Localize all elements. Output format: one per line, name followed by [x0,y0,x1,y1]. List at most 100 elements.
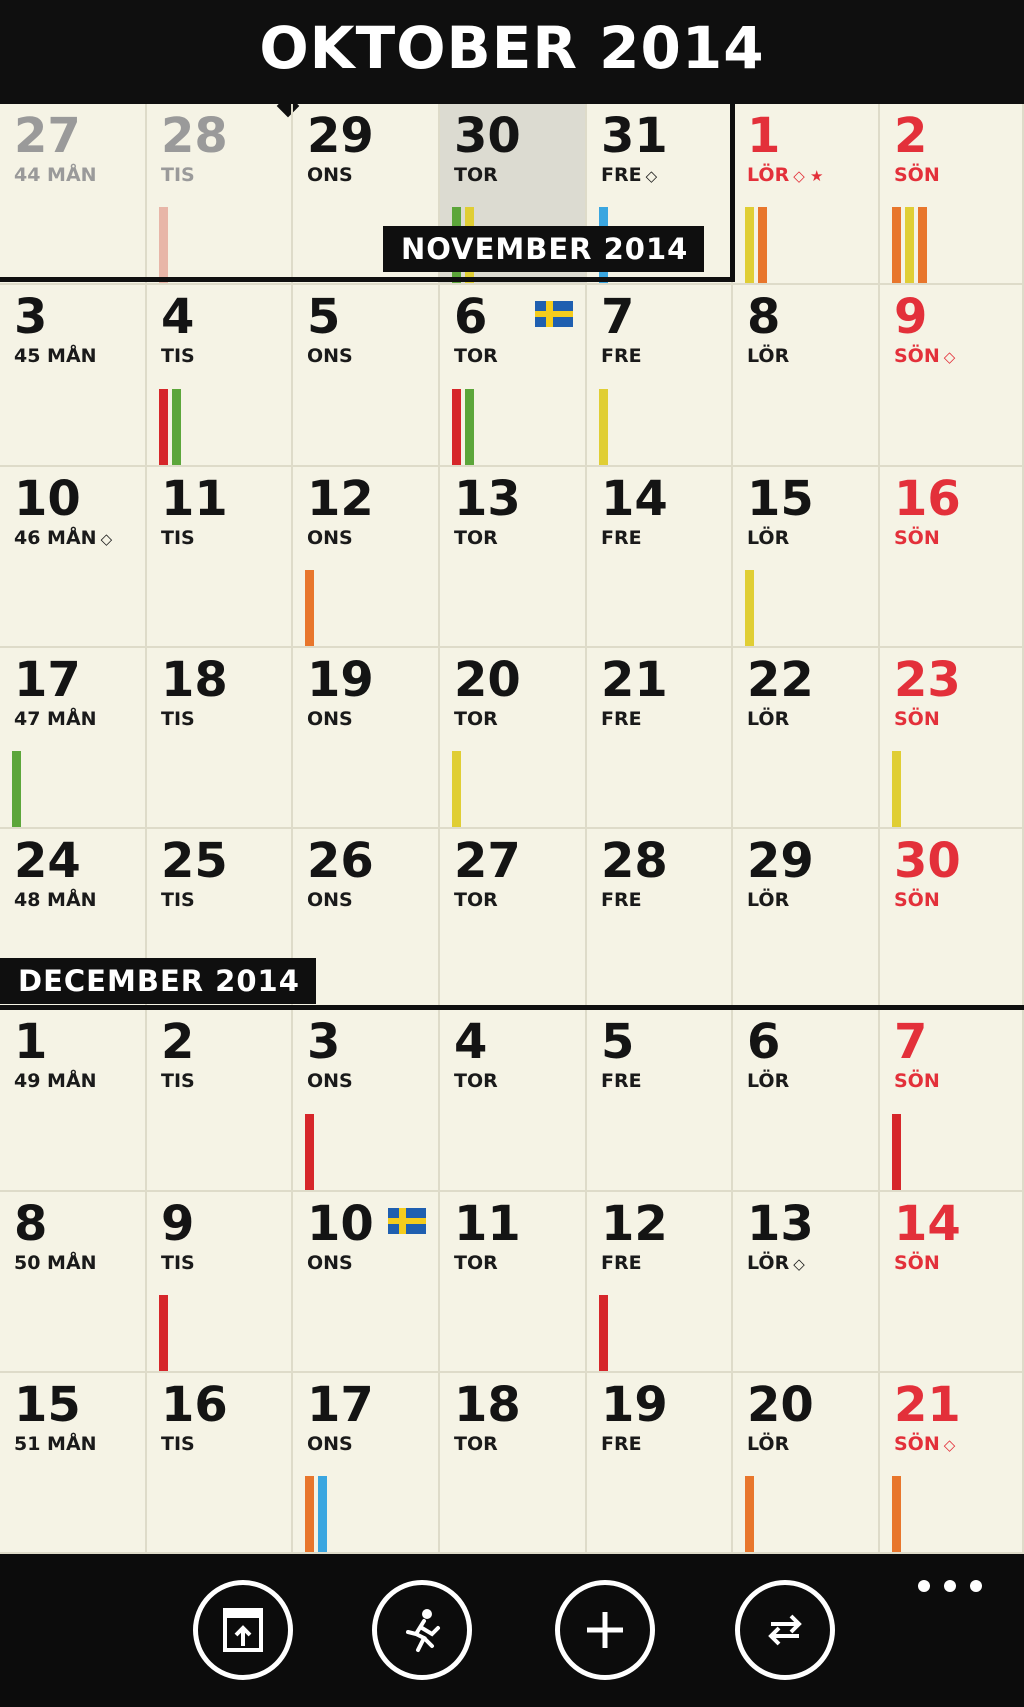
day-cell[interactable]: 20 LÖR [733,1372,880,1554]
day-cell[interactable]: 18 TOR [440,1372,587,1554]
day-cell[interactable]: 28 FRE [587,829,733,1011]
day-cell[interactable]: 19 FRE [587,1372,733,1554]
day-label: SÖN [894,526,940,549]
ellipsis-icon[interactable] [918,1576,982,1596]
day-label: TOR [454,526,498,549]
month-label-december: DECEMBER 2014 [0,958,316,1005]
calendar-grid: 27 44 MÅN 28 TIS 29 ONS 30 TOR 31 FRE ◇ 1 LÖR ◇ ★ 2 SÖN… [0,104,1024,1554]
day-cell[interactable]: 12 FRE [587,1191,733,1373]
day-cell[interactable]: 15 LÖR [733,466,880,648]
day-cell[interactable]: 19 ONS [293,647,440,829]
day-cell[interactable]: 27 TOR [440,829,587,1011]
day-cell[interactable]: 8 50 MÅN [0,1191,147,1373]
day-cell[interactable]: 12 ONS [293,466,440,648]
day-number: 30 [454,108,521,164]
day-cell[interactable]: 7 SÖN [880,1010,1024,1192]
day-cell[interactable]: 6 TOR [440,285,587,467]
day-number: 29 [747,833,814,889]
day-label: LÖR [747,707,790,730]
day-cell[interactable]: 21 SÖN ◇ [880,1372,1024,1554]
day-label: TIS [161,164,195,186]
day-cell[interactable]: 5 FRE [587,1010,733,1192]
day-number: 11 [161,470,228,527]
event-bar [892,1476,901,1552]
day-cell[interactable]: 2 TIS [147,1010,293,1192]
day-cell[interactable]: 10 ONS [293,1191,440,1373]
day-cell[interactable]: 18 TIS [147,647,293,829]
event-bar [159,388,168,465]
day-cell[interactable]: 28 TIS [147,104,293,286]
swedish-flag-icon [535,301,573,328]
day-cell[interactable]: 4 TOR [440,1010,587,1192]
day-cell[interactable]: 1 LÖR ◇ ★ [733,104,880,286]
day-cell[interactable]: 17 47 MÅN [0,647,147,829]
day-cell[interactable]: 16 TIS [147,1372,293,1554]
day-cell[interactable]: 13 TOR [440,466,587,648]
day-cell[interactable]: 5 ONS [293,285,440,467]
day-cell[interactable]: 1 49 MÅN [0,1010,147,1192]
day-number: 18 [454,1376,521,1433]
day-cell[interactable]: 15 51 MÅN [0,1372,147,1554]
day-number: 23 [894,651,961,708]
event-bar [745,207,754,284]
month-title: OKTOBER 2014 [259,14,765,82]
day-cell[interactable]: 23 SÖN [880,647,1024,829]
day-number: 1 [14,1014,48,1071]
day-cell[interactable]: 16 SÖN [880,466,1024,648]
day-cell[interactable]: 11 TOR [440,1191,587,1373]
day-label: TOR [454,1251,498,1274]
day-cell[interactable]: 7 FRE [587,285,733,467]
day-label: FRE [601,345,642,368]
day-cell[interactable]: 14 FRE [587,466,733,648]
activity-button[interactable] [372,1580,472,1680]
day-label: LÖR [747,526,790,549]
day-cell[interactable]: 4 TIS [147,285,293,467]
day-label: TIS [161,1070,195,1093]
month-divider [730,104,735,282]
day-cell[interactable]: 14 SÖN [880,1191,1024,1373]
day-cell[interactable]: 3 ONS [293,1010,440,1192]
switch-view-button[interactable] [735,1580,835,1680]
plus-icon [587,1612,623,1648]
event-bar [159,1294,168,1371]
day-number: 2 [894,108,928,164]
day-cell[interactable]: 22 LÖR [733,647,880,829]
day-cell[interactable]: 27 44 MÅN [0,104,147,286]
running-man-icon [406,1609,440,1652]
day-label: 44 MÅN [14,164,97,186]
day-cell[interactable]: 20 TOR [440,647,587,829]
day-label: FRE [601,1432,642,1455]
day-label: LÖR ◇ [747,1251,805,1274]
event-bar [305,1113,314,1190]
day-cell[interactable]: 11 TIS [147,466,293,648]
day-cell[interactable]: 17 ONS [293,1372,440,1554]
day-label: TIS [161,526,195,549]
day-cell[interactable]: 30 SÖN [880,829,1024,1011]
day-cell[interactable]: 29 LÖR [733,829,880,1011]
day-label: SÖN ◇ [894,1432,956,1455]
day-cell[interactable]: 8 LÖR [733,285,880,467]
day-number: 8 [14,1195,48,1252]
day-cell[interactable]: 10 46 MÅN ◇ [0,466,147,648]
day-number: 15 [14,1376,81,1433]
day-cell[interactable]: 6 LÖR [733,1010,880,1192]
event-bar [892,1113,901,1190]
day-label: 51 MÅN [14,1432,97,1455]
event-bar [452,751,461,827]
day-label: SÖN [894,1251,940,1274]
go-to-today-button[interactable] [193,1580,293,1680]
day-cell[interactable]: 13 LÖR ◇ [733,1191,880,1373]
day-cell[interactable]: 9 TIS [147,1191,293,1373]
event-bar [918,207,927,284]
day-cell[interactable]: 2 SÖN [880,104,1024,286]
day-label: ONS [307,526,353,549]
day-number: 24 [14,833,81,889]
day-cell[interactable]: 9 SÖN ◇ [880,285,1024,467]
day-cell[interactable]: 21 FRE [587,647,733,829]
day-number: 29 [307,108,374,164]
add-event-button[interactable] [555,1580,655,1680]
day-cell[interactable]: 3 45 MÅN [0,285,147,467]
day-number: 30 [894,833,961,889]
day-number: 6 [747,1014,781,1071]
day-number: 12 [601,1195,668,1252]
